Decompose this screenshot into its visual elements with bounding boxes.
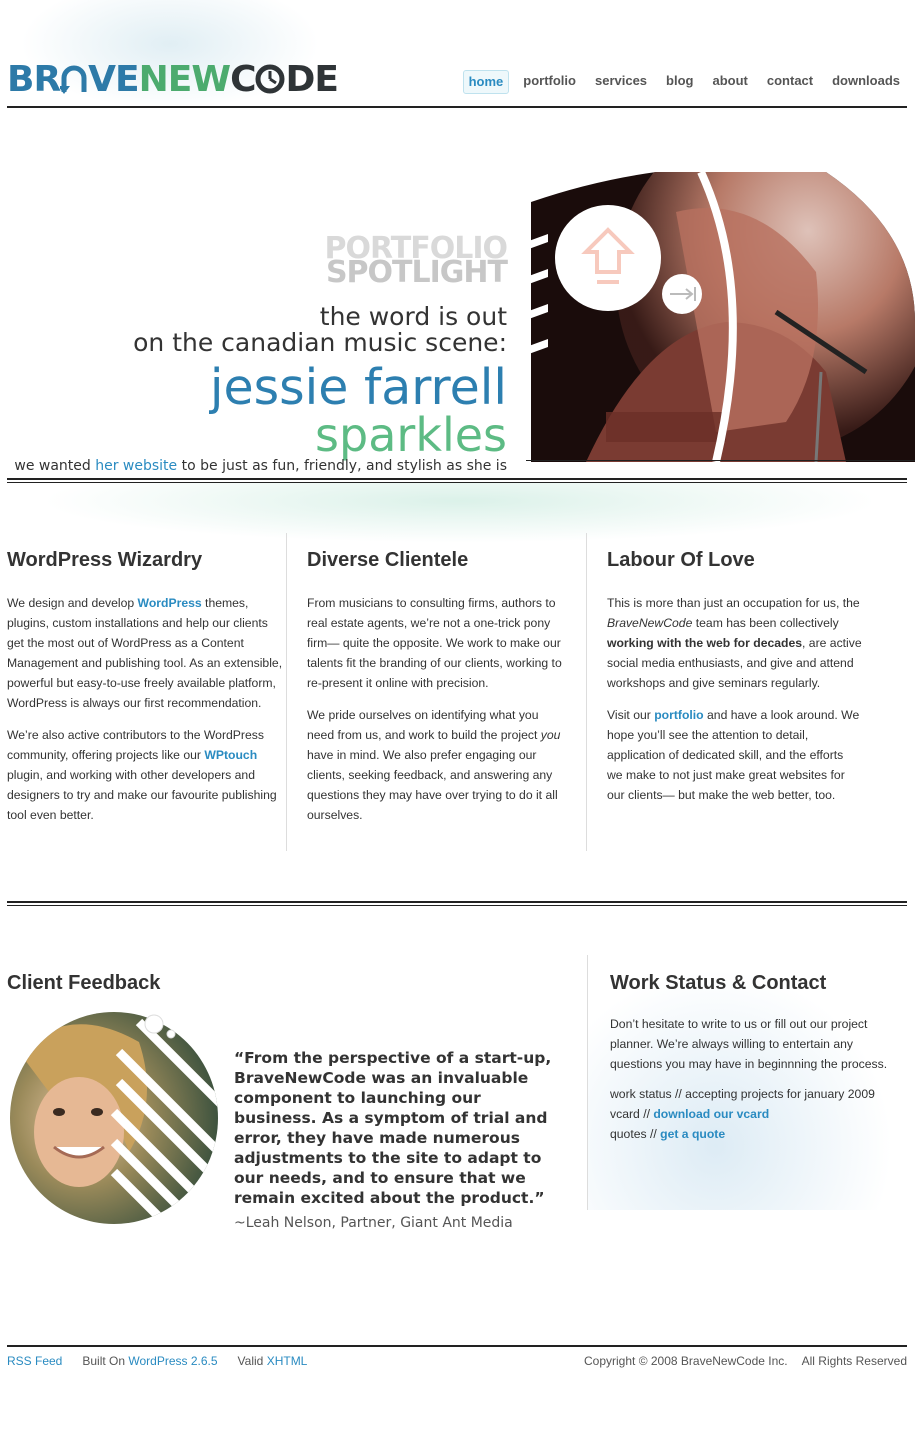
- hero-line1: the word is out: [319, 302, 507, 331]
- column-divider: [286, 533, 287, 851]
- testimonial-attribution: ~Leah Nelson, Partner, Giant Ant Media: [234, 1215, 513, 1231]
- work-status-panel: Work Status & Contact Don’t hesitate to …: [610, 970, 900, 1144]
- wordpress-link[interactable]: WordPress: [138, 596, 202, 610]
- text: team has been collectively: [692, 616, 839, 630]
- logo-text-de: DE: [285, 59, 338, 100]
- nav-blog[interactable]: blog: [661, 70, 698, 94]
- vcard-line: vcard // download our vcard: [610, 1104, 900, 1124]
- hero-spotlight-photo[interactable]: [526, 172, 915, 462]
- main-nav: home portfolio services blog about conta…: [454, 70, 905, 94]
- hero-image-baseline: [526, 460, 915, 461]
- text: This is more than just an occupation for…: [607, 596, 860, 610]
- work-status-line: work status // accepting projects for ja…: [610, 1087, 875, 1101]
- rights-text: All Rights Reserved: [801, 1354, 907, 1368]
- column-title: Diverse Clientele: [307, 549, 469, 571]
- column-paragraph: This is more than just an occupation for…: [607, 593, 862, 693]
- nav-home[interactable]: home: [462, 70, 510, 94]
- column-paragraph: We design and develop WordPress themes, …: [7, 593, 287, 713]
- text-emphasis: you: [540, 728, 561, 742]
- text-strong: working with the web for decades: [607, 636, 803, 650]
- hero-line2: on the canadian music scene:: [133, 328, 507, 357]
- hero-photo-art: [526, 172, 915, 462]
- logo-text-c: C: [230, 59, 256, 100]
- nav-downloads[interactable]: downloads: [827, 70, 905, 94]
- column-wordpress-wizardry: WordPress Wizardry We design and develop…: [7, 533, 287, 837]
- status-lines: work status // accepting projects for ja…: [610, 1084, 900, 1144]
- text: themes, plugins, custom installations an…: [7, 596, 283, 710]
- text: have in mind. We also prefer engaging ou…: [307, 748, 558, 822]
- nav-contact[interactable]: contact: [762, 70, 818, 94]
- wptouch-link[interactable]: WPtouch: [204, 748, 257, 762]
- text: We design and develop: [7, 596, 138, 610]
- get-a-quote-link[interactable]: get a quote: [660, 1127, 725, 1141]
- column-paragraph: Visit our portfolio and have a look arou…: [607, 705, 862, 805]
- tagline-text-1: we wanted: [14, 458, 96, 474]
- portfolio-spotlight-heading: PORTFOLIO SPOTLIGHT: [325, 234, 508, 290]
- column-labour-of-love: Labour Of Love This is more than just an…: [607, 533, 862, 817]
- wordpress-version-link[interactable]: WordPress 2.6.5: [128, 1354, 217, 1368]
- built-on-label: Built On: [82, 1354, 129, 1368]
- logo-arrow-a-icon: [58, 65, 87, 94]
- quotes-label: quotes //: [610, 1127, 661, 1141]
- nav-services[interactable]: services: [590, 70, 652, 94]
- text: Visit our: [607, 708, 655, 722]
- client-feedback-title: Client Feedback: [7, 972, 161, 994]
- text: We pride ourselves on identifying what y…: [307, 708, 541, 742]
- spotlight-line2: SPOTLIGHT: [325, 255, 508, 290]
- rss-feed-link[interactable]: RSS Feed: [7, 1354, 62, 1368]
- xhtml-link[interactable]: XHTML: [267, 1354, 308, 1368]
- status-intro: Don’t hesitate to write to us or fill ou…: [610, 1017, 888, 1071]
- client-photo: [9, 1012, 219, 1225]
- quotes-line: quotes // get a quote: [610, 1124, 900, 1144]
- column-title: Labour Of Love: [607, 549, 755, 571]
- download-vcard-link[interactable]: download our vcard: [653, 1107, 769, 1121]
- footer-links: RSS Feed Built On WordPress 2.6.5 Valid XH…: [7, 1354, 307, 1368]
- footer-copyright: Copyright © 2008 BraveNewCode Inc. All Ri…: [584, 1354, 907, 1368]
- text-emphasis: BraveNewCode: [607, 616, 693, 630]
- column-diverse-clientele: Diverse Clientele From musicians to cons…: [307, 533, 562, 837]
- valid-label: Valid: [237, 1354, 267, 1368]
- header-divider: [7, 106, 907, 108]
- site-logo[interactable]: BR VENEWC DE: [7, 59, 339, 100]
- column-divider: [586, 533, 587, 851]
- logo-text-br: BR: [7, 59, 61, 100]
- testimonial-quote: “From the perspective of a start-up, Bra…: [234, 1049, 552, 1207]
- column-paragraph: From musicians to consulting firms, auth…: [307, 596, 562, 690]
- column-title: WordPress Wizardry: [7, 549, 203, 571]
- hero-sparkles: sparkles: [315, 408, 507, 462]
- section-divider: [7, 901, 907, 906]
- client-photo-art: [10, 1012, 218, 1224]
- text: and have a look around. We hope you’ll s…: [607, 708, 860, 802]
- work-status-title: Work Status & Contact: [610, 972, 827, 994]
- copyright-text: Copyright © 2008 BraveNewCode Inc.: [584, 1354, 788, 1368]
- column-paragraph: We’re also active contributors to the Wo…: [7, 725, 287, 825]
- nav-about[interactable]: about: [707, 70, 752, 94]
- logo-text-new: NEW: [138, 59, 231, 100]
- nav-portfolio[interactable]: portfolio: [518, 70, 581, 94]
- portfolio-link[interactable]: portfolio: [654, 708, 703, 722]
- tagline-text-2: to be just as fun, friendly, and stylish…: [177, 458, 507, 474]
- hero-tagline: we wanted her website to be just as fun,…: [14, 458, 507, 474]
- column-paragraph: We pride ourselves on identifying what y…: [307, 705, 562, 825]
- footer-divider: [7, 1345, 907, 1347]
- hero-artist-name: jessie farrell: [209, 359, 507, 416]
- vcard-label: vcard //: [610, 1107, 654, 1121]
- logo-clock-o-icon: [255, 64, 285, 94]
- her-website-link[interactable]: her website: [95, 458, 177, 474]
- logo-text-ve: VE: [88, 59, 139, 100]
- text: plugin, and working with other developer…: [7, 768, 277, 822]
